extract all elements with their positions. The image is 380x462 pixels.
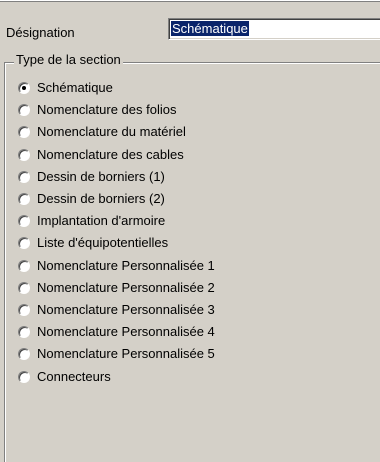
radio-option-label: Nomenclature du matériel: [37, 124, 186, 140]
radio-option-label: Implantation d'armoire: [37, 213, 166, 229]
radio-option-label: Nomenclature Personnalisée 3: [37, 301, 215, 317]
radio-option-nomenclature-perso-2[interactable]: Nomenclature Personnalisée 2: [18, 277, 215, 299]
radio-option-dessin-borniers-1[interactable]: Dessin de borniers (1): [18, 166, 215, 188]
radio-button-icon[interactable]: [18, 215, 30, 228]
radio-option-label: Dessin de borniers (1): [37, 168, 165, 184]
radio-option-nomenclature-perso-5[interactable]: Nomenclature Personnalisée 5: [18, 343, 215, 365]
radio-option-schematique[interactable]: Schématique: [18, 77, 215, 99]
radio-option-label: Schématique: [37, 80, 113, 96]
radio-button-icon[interactable]: [18, 370, 30, 383]
radio-button-icon[interactable]: [18, 104, 30, 117]
radio-option-label: Nomenclature des folios: [37, 102, 177, 118]
radio-option-dessin-borniers-2[interactable]: Dessin de borniers (2): [18, 188, 215, 210]
radio-button-icon[interactable]: [18, 148, 30, 161]
radio-button-icon[interactable]: [18, 170, 30, 183]
designation-label: Désignation: [6, 25, 75, 40]
radio-option-nomenclature-materiel[interactable]: Nomenclature du matériel: [18, 121, 215, 143]
window-top-edge: [0, 0, 380, 2]
section-type-title: Type de la section: [14, 52, 123, 68]
radio-option-nomenclature-folios[interactable]: Nomenclature des folios: [18, 99, 215, 121]
radio-button-icon[interactable]: [18, 193, 30, 206]
radio-option-label: Nomenclature Personnalisée 4: [37, 324, 215, 340]
radio-button-icon[interactable]: [18, 259, 30, 272]
radio-option-liste-equipotentielles[interactable]: Liste d'équipotentielles: [18, 232, 215, 254]
radio-button-icon[interactable]: [18, 348, 30, 361]
radio-option-nomenclature-cables[interactable]: Nomenclature des cables: [18, 144, 215, 166]
radio-option-nomenclature-perso-4[interactable]: Nomenclature Personnalisée 4: [18, 321, 215, 343]
radio-option-label: Connecteurs: [37, 368, 111, 384]
radio-button-icon[interactable]: [18, 82, 30, 95]
radio-option-label: Liste d'équipotentielles: [37, 235, 169, 251]
radio-option-label: Dessin de borniers (2): [37, 191, 165, 207]
radio-option-nomenclature-perso-1[interactable]: Nomenclature Personnalisée 1: [18, 255, 215, 277]
radio-button-icon[interactable]: [18, 126, 30, 139]
section-type-radio-list: Schématique Nomenclature des folios Nome…: [18, 77, 215, 388]
designation-input-selected-text: Schématique: [171, 21, 249, 36]
designation-input[interactable]: Schématique: [168, 18, 380, 40]
radio-button-icon[interactable]: [18, 237, 30, 250]
radio-button-icon[interactable]: [18, 281, 30, 294]
radio-option-label: Nomenclature des cables: [37, 146, 184, 162]
radio-button-icon[interactable]: [18, 326, 30, 339]
radio-option-connecteurs[interactable]: Connecteurs: [18, 365, 215, 387]
radio-option-label: Nomenclature Personnalisée 5: [37, 346, 215, 362]
radio-option-nomenclature-perso-3[interactable]: Nomenclature Personnalisée 3: [18, 299, 215, 321]
radio-option-label: Nomenclature Personnalisée 1: [37, 257, 215, 273]
radio-button-icon[interactable]: [18, 303, 30, 316]
radio-option-implantation-armoire[interactable]: Implantation d'armoire: [18, 210, 215, 232]
radio-option-label: Nomenclature Personnalisée 2: [37, 279, 215, 295]
